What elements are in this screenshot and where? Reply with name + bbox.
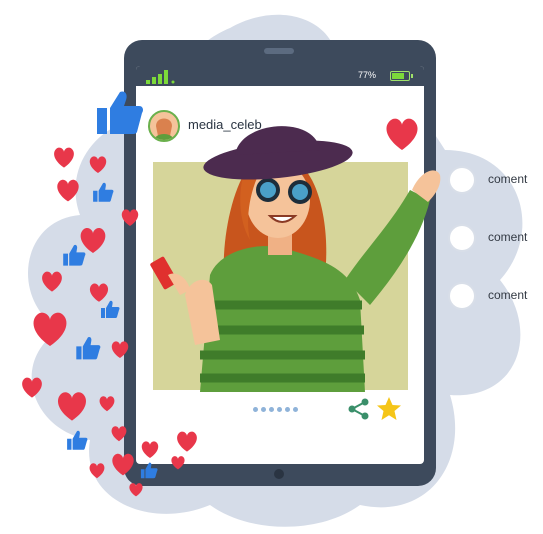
carousel-dots[interactable] [253,407,298,412]
post-username[interactable]: media_celeb [188,117,262,132]
like-thumb-icon [93,182,114,202]
like-thumb-icon [67,430,88,450]
carousel-dot[interactable] [269,407,274,412]
battery-percent: 77% [358,70,377,80]
heart-icon [89,156,107,173]
comment-label: coment [488,172,528,186]
comment-item[interactable]: coment [448,282,543,310]
battery-icon [390,71,410,81]
like-thumb-icon [140,462,158,479]
heart-icon [121,209,139,226]
heart-icon [89,463,105,479]
heart-icon [42,271,62,292]
heart-icon [129,483,143,497]
comment-bubble-icon [448,166,476,194]
heart-icon [57,179,79,202]
battery-cap [411,74,413,78]
heart-icon [111,426,127,442]
carousel-dot[interactable] [253,407,258,412]
heart-icon [22,377,42,398]
carousel-dot[interactable] [285,407,290,412]
share-icon[interactable] [348,398,370,420]
avatar-icon [154,118,174,140]
carousel-dot[interactable] [277,407,282,412]
heart-icon [386,118,418,150]
heart-icon [112,453,134,476]
heart-icon [141,441,159,458]
like-thumb-icon [63,244,86,266]
like-thumb-icon [97,91,143,134]
heart-icon [99,396,115,412]
comment-label: coment [488,230,528,244]
heart-icon [177,431,197,452]
carousel-dot[interactable] [261,407,266,412]
comment-item[interactable]: coment [448,224,543,252]
star-icon[interactable] [376,396,402,421]
heart-icon [171,456,185,470]
comment-bubble-icon [448,282,476,310]
like-thumb-icon [101,300,120,318]
status-bar: 77% [136,66,424,86]
heart-icon [33,312,67,346]
heart-icon [57,392,87,421]
comment-bubble-icon [448,224,476,252]
battery-fill [392,73,405,79]
comment-label: coment [488,288,528,302]
comment-item[interactable]: coment [448,166,543,194]
carousel-dot[interactable] [293,407,298,412]
woman-illustration [150,126,441,392]
heart-icon [111,341,129,358]
camera-icon [264,48,294,54]
heart-icon [54,147,74,168]
signal-icon [146,70,175,84]
home-button[interactable] [274,469,284,479]
avatar[interactable] [148,110,180,142]
like-thumb-icon [76,336,101,360]
